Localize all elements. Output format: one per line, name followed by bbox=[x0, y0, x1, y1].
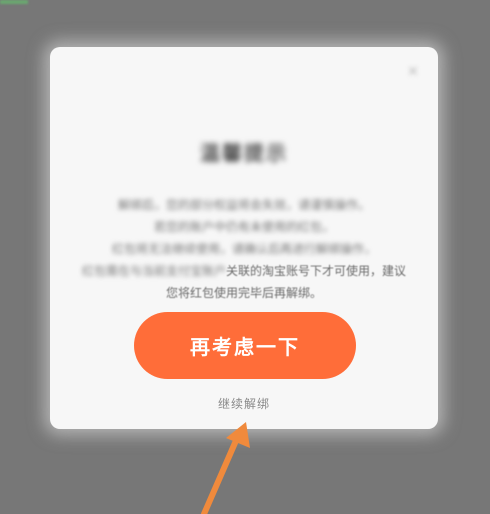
status-indicator bbox=[0, 0, 28, 4]
close-icon[interactable]: ✕ bbox=[406, 65, 420, 79]
message-line: 红包将无法继续使用，请确认后再进行解绑操作， bbox=[111, 242, 376, 256]
message-line-visible: 您将红包使用完毕后再解绑。 bbox=[165, 286, 322, 300]
message-line: 若您的账户中仍有未使用的红包， bbox=[153, 220, 334, 234]
dialog-title: 温馨提示 bbox=[200, 141, 288, 165]
screen: ✕ 温馨提示 解绑后，您的部分权益将会失效，请谨慎操作。 若您的账户中仍有未使用… bbox=[0, 0, 490, 514]
message-line: 解绑后，您的部分权益将会失效，请谨慎操作。 bbox=[117, 198, 370, 212]
reconsider-button[interactable]: 再考虑一下 bbox=[134, 312, 356, 379]
message-line: 红包需在与当前支付宝账户关联的淘宝账号下才可使用，建议 bbox=[78, 260, 410, 282]
unbind-confirm-dialog: ✕ 温馨提示 解绑后，您的部分权益将会失效，请谨慎操作。 若您的账户中仍有未使用… bbox=[50, 47, 438, 429]
pointer-arrow-icon bbox=[201, 422, 250, 514]
message-line-partial: 红包需在与当前支付宝账户 bbox=[81, 264, 226, 278]
dialog-message: 解绑后，您的部分权益将会失效，请谨慎操作。 若您的账户中仍有未使用的红包， 红包… bbox=[78, 194, 410, 304]
continue-unbind-link[interactable]: 继续解绑 bbox=[50, 395, 438, 412]
message-line-visible: 关联的淘宝账号下才可使用，建议 bbox=[226, 264, 407, 278]
